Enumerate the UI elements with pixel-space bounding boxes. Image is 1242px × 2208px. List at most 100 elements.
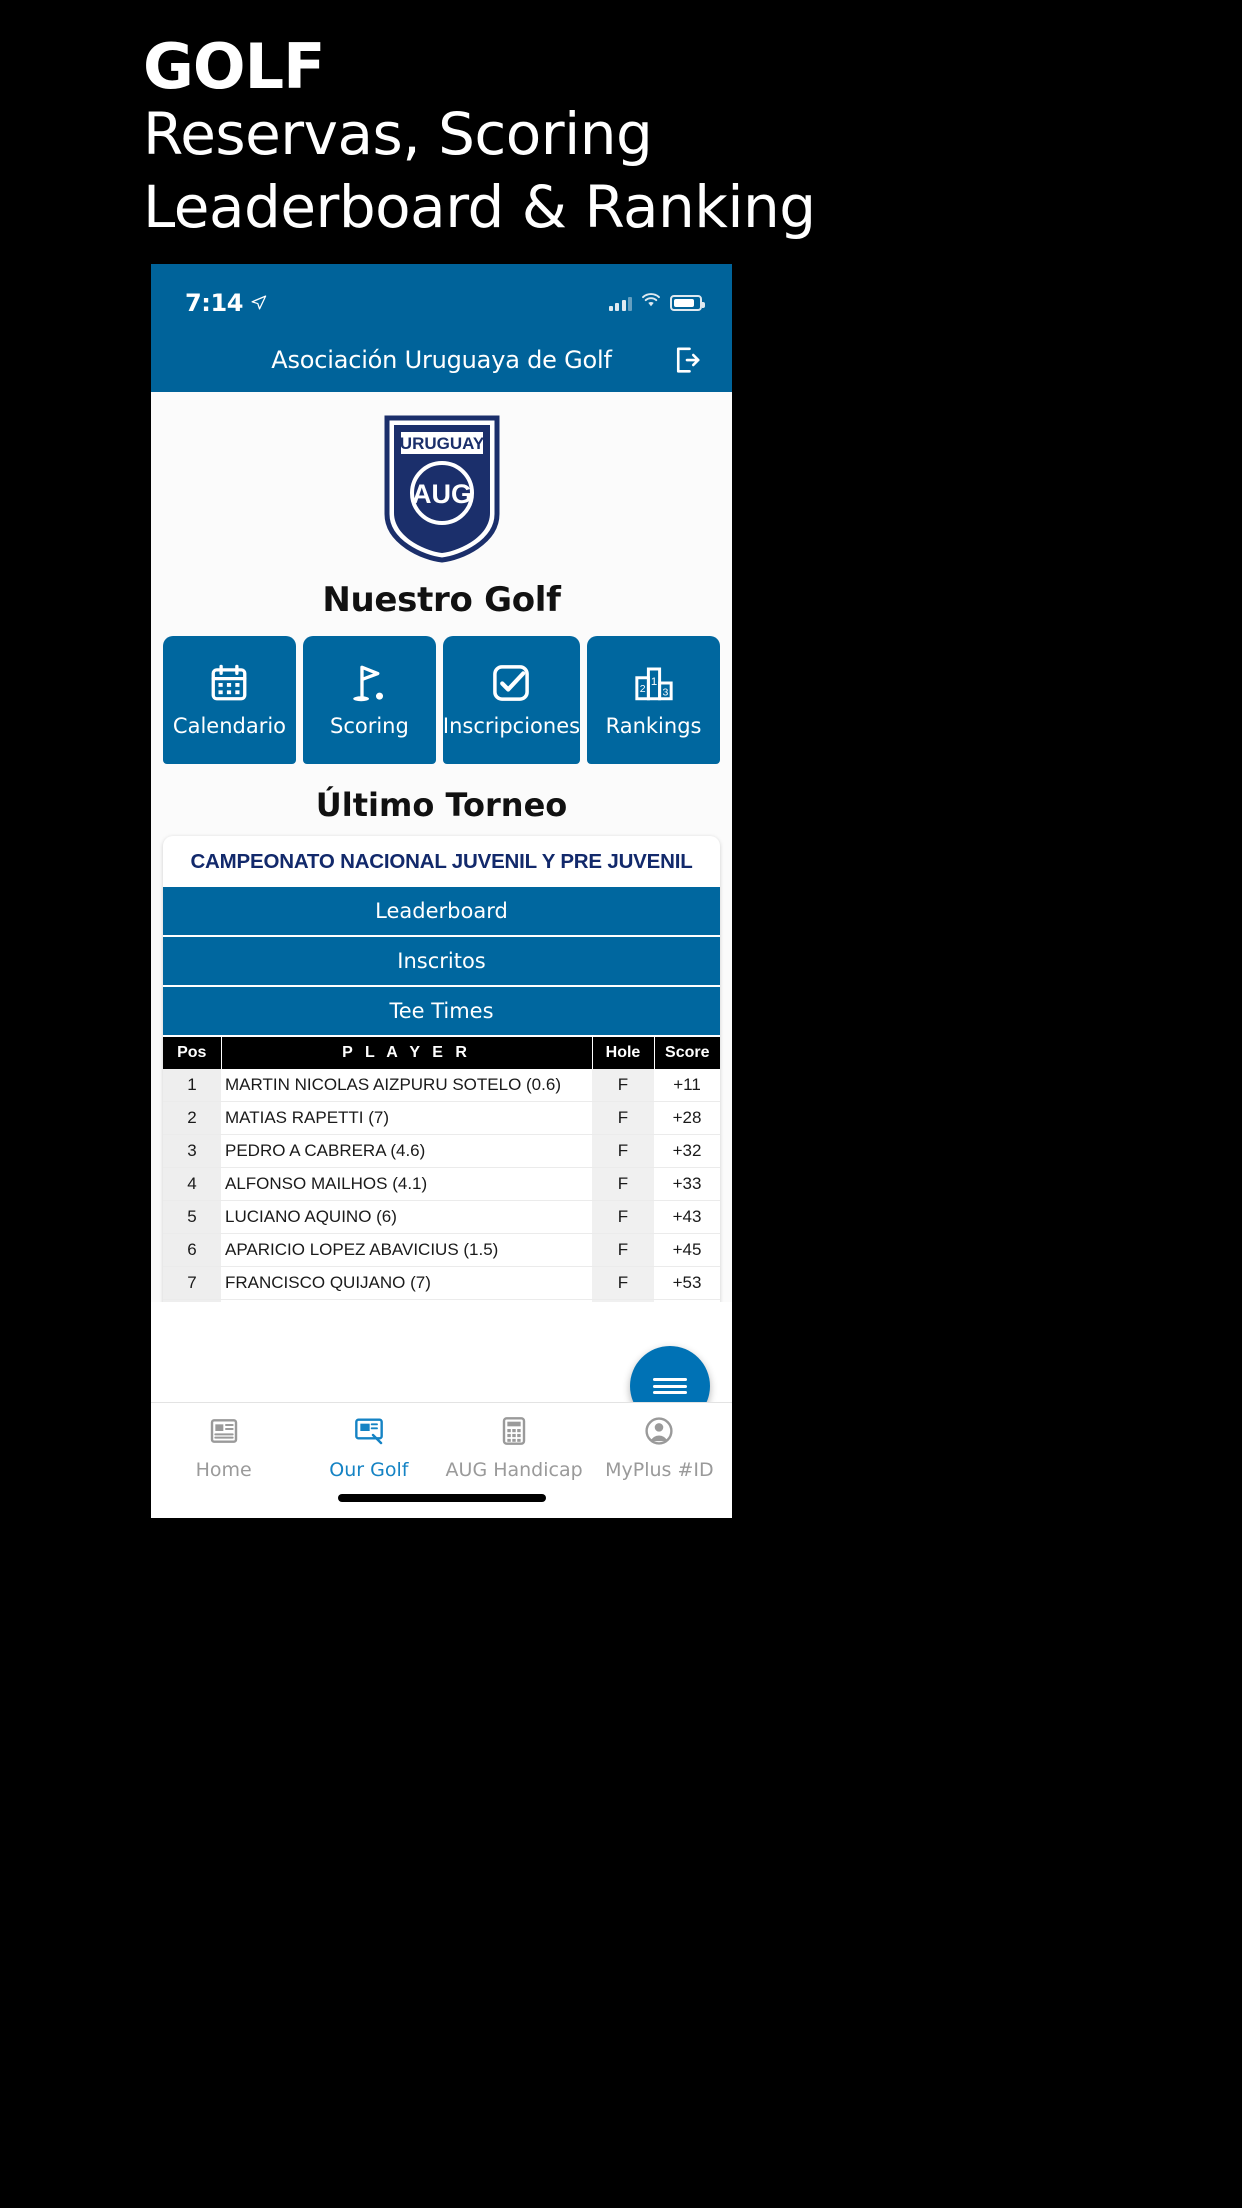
crest-container: URUGUAY AUG	[151, 392, 732, 564]
cell-player: PEDRO A CABRERA (4.6)	[221, 1134, 592, 1168]
cell-score: +33	[654, 1167, 720, 1201]
table-row[interactable]: 5 LUCIANO AQUINO (6) F +43	[163, 1200, 720, 1234]
nav-label: AUG Handicap	[445, 1459, 583, 1481]
cell-pos: 3	[163, 1134, 221, 1168]
leaderboard-table: Pos P L A Y E R Hole Score 1 MARTIN NICOL…	[163, 1037, 720, 1302]
nav-label: Our Golf	[329, 1459, 409, 1481]
cell-score: +54	[654, 1299, 720, 1302]
crest-country: URUGUAY	[399, 434, 484, 453]
aug-crest-logo: URUGUAY AUG	[384, 415, 499, 563]
cell-hole: F	[592, 1299, 654, 1302]
app-title: Asociación Uruguaya de Golf	[271, 346, 612, 374]
cell-score: +45	[654, 1233, 720, 1267]
nav-item-aug-handicap[interactable]: AUG Handicap	[442, 1415, 587, 1481]
calendar-icon	[208, 662, 250, 704]
table-row[interactable]: 3 PEDRO A CABRERA (4.6) F +32	[163, 1134, 720, 1168]
column-header-player: P L A Y E R	[221, 1037, 593, 1069]
cell-player: FRANCISCO QUIJANO (7)	[221, 1266, 592, 1300]
cell-score: +32	[654, 1134, 720, 1168]
column-header-hole: Hole	[592, 1037, 655, 1069]
cell-player: APARICIO LOPEZ ABAVICIUS (1.5)	[221, 1233, 592, 1267]
cell-player: MATEO FLORES (7.6)	[221, 1299, 592, 1302]
fab-line	[653, 1391, 687, 1394]
cell-player: MATIAS RAPETTI (7)	[221, 1101, 592, 1135]
tile-label: Scoring	[329, 714, 409, 738]
promo-headline: GOLF Reservas, Scoring Leaderboard & Ran…	[143, 36, 1143, 244]
cell-pos: 2	[163, 1101, 221, 1135]
nuestro-golf-heading: Nuestro Golf	[322, 580, 561, 620]
tab-tee-times[interactable]: Tee Times	[163, 987, 720, 1037]
table-row[interactable]: 7 FRANCISCO QUIJANO (7) F +53	[163, 1266, 720, 1300]
cell-pos: 4	[163, 1167, 221, 1201]
person-icon	[643, 1415, 675, 1452]
tab-inscritos[interactable]: Inscritos	[163, 937, 720, 987]
tile-calendario[interactable]: Calendario	[163, 636, 296, 764]
phone-mockup: 7:14 Asociación Uruguaya de Golf URUGUAY…	[151, 264, 732, 1518]
status-indicators	[608, 293, 705, 313]
cell-score: +28	[654, 1101, 720, 1135]
battery-icon	[670, 295, 705, 311]
tile-label: Calendario	[172, 714, 287, 738]
leaderboard-header-row: Pos P L A Y E R Hole Score	[163, 1037, 720, 1069]
cell-hole: F	[592, 1266, 654, 1300]
cell-hole: F	[592, 1200, 654, 1234]
cell-pos: 1	[163, 1069, 221, 1102]
cell-pos: 5	[163, 1200, 221, 1234]
cell-player: LUCIANO AQUINO (6)	[221, 1200, 592, 1234]
nav-item-home[interactable]: Home	[151, 1415, 296, 1481]
wifi-icon	[641, 293, 661, 313]
cell-pos: 7	[163, 1266, 221, 1300]
svg-text:1: 1	[650, 676, 656, 688]
tab-leaderboard[interactable]: Leaderboard	[163, 887, 720, 937]
cell-score: +11	[654, 1069, 720, 1102]
nav-item-our-golf[interactable]: Our Golf	[296, 1415, 441, 1481]
cell-hole: F	[592, 1101, 654, 1135]
status-bar: 7:14	[151, 264, 732, 328]
cell-hole: F	[592, 1134, 654, 1168]
column-header-pos: Pos	[163, 1037, 222, 1069]
cell-pos: 6	[163, 1233, 221, 1267]
cell-score: +43	[654, 1200, 720, 1234]
tournament-card: CAMPEONATO NACIONAL JUVENIL Y PRE JUVENI…	[163, 836, 720, 1302]
tile-scoring[interactable]: Scoring	[302, 636, 436, 764]
cell-player: MARTIN NICOLAS AIZPURU SOTELO (0.6)	[221, 1069, 592, 1102]
ultimo-torneo-heading: Último Torneo	[315, 786, 568, 824]
cell-pos: 8	[163, 1299, 221, 1302]
tournament-title: CAMPEONATO NACIONAL JUVENIL Y PRE JUVENI…	[190, 850, 693, 873]
quick-action-tiles: Calendario Scoring Inscripciones 1 2 3 R…	[151, 620, 732, 764]
our-golf-icon	[353, 1415, 385, 1452]
nav-label: Home	[195, 1459, 252, 1481]
logout-icon[interactable]	[668, 341, 706, 379]
tile-rankings[interactable]: 1 2 3 Rankings	[587, 636, 720, 764]
cell-player: ALFONSO MAILHOS (4.1)	[221, 1167, 592, 1201]
cell-hole: F	[592, 1069, 654, 1102]
check-square-icon	[490, 662, 532, 704]
location-arrow-icon	[250, 289, 267, 317]
promo-poster: GOLF Reservas, Scoring Leaderboard & Ran…	[0, 0, 1242, 2208]
calculator-icon	[498, 1415, 530, 1452]
cellular-signal-icon	[608, 296, 632, 311]
table-row[interactable]: 1 MARTIN NICOLAS AIZPURU SOTELO (0.6) F +11	[163, 1069, 720, 1102]
fab-line	[653, 1378, 687, 1381]
promo-line-2: Leaderboard & Ranking	[143, 173, 816, 242]
main-content: URUGUAY AUG Nuestro Golf Calendario Scor…	[151, 392, 732, 1302]
table-row[interactable]: 2 MATIAS RAPETTI (7) F +28	[163, 1101, 720, 1135]
news-icon	[208, 1415, 240, 1452]
svg-text:3: 3	[662, 686, 668, 698]
podium-icon: 1 2 3	[633, 662, 675, 704]
cell-hole: F	[592, 1233, 654, 1267]
home-indicator	[337, 1494, 546, 1502]
tile-label: Inscripciones	[442, 714, 581, 738]
tile-inscripciones[interactable]: Inscripciones	[442, 636, 581, 764]
nav-label: MyPlus #ID	[605, 1459, 714, 1481]
promo-kicker: GOLF	[143, 30, 325, 103]
table-row[interactable]: 6 APARICIO LOPEZ ABAVICIUS (1.5) F +45	[163, 1233, 720, 1267]
crest-monogram: AUG	[412, 479, 472, 509]
table-row[interactable]: 8MATEO FLORES (7.6)F+54	[163, 1299, 720, 1302]
status-time-group: 7:14	[185, 289, 267, 317]
cell-score: +53	[654, 1266, 720, 1300]
promo-line-1: Reservas, Scoring	[143, 100, 653, 168]
table-row[interactable]: 4 ALFONSO MAILHOS (4.1) F +33	[163, 1167, 720, 1201]
app-title-bar: Asociación Uruguaya de Golf	[151, 328, 732, 392]
nav-item-myplus-id[interactable]: MyPlus #ID	[587, 1415, 732, 1481]
